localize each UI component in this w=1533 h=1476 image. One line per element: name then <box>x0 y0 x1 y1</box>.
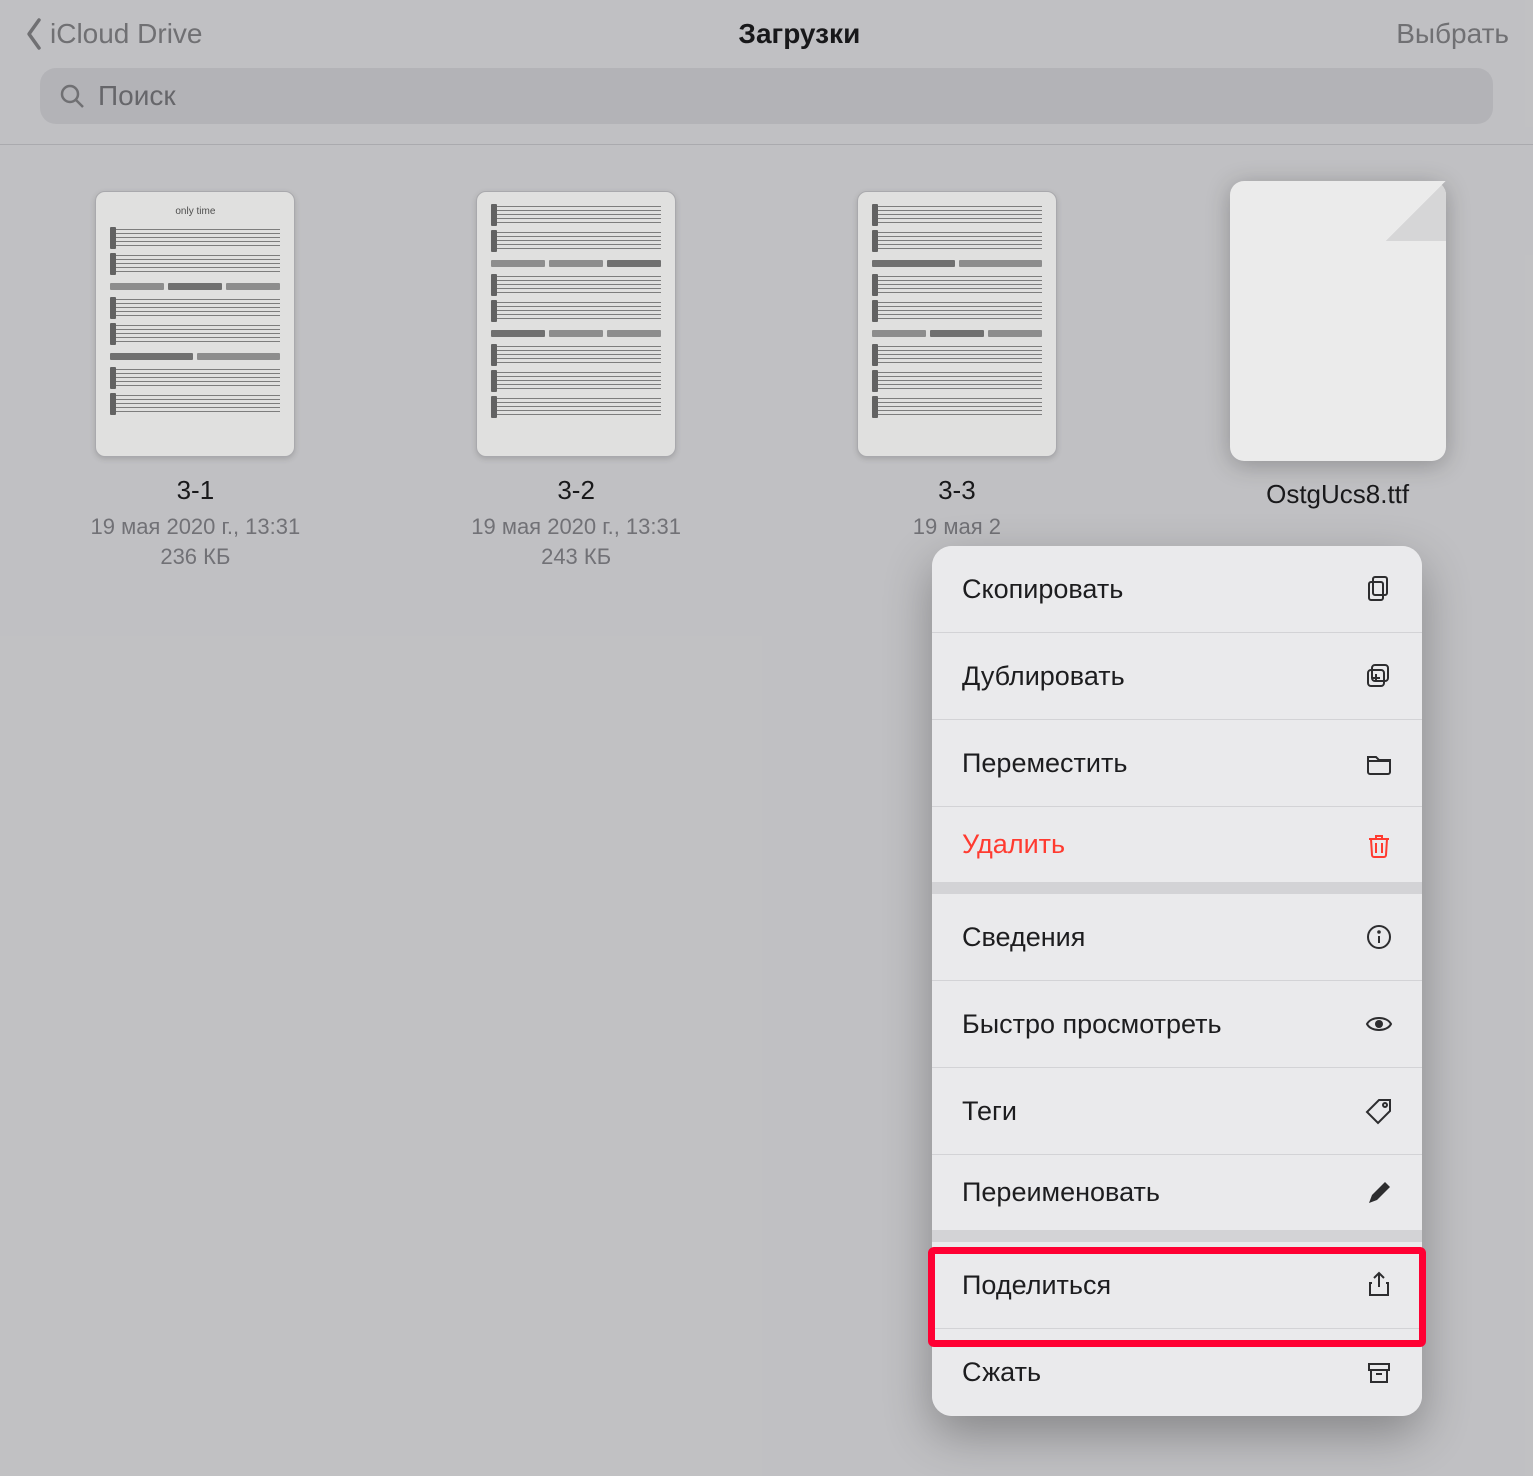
menu-rename[interactable]: Переименовать <box>932 1155 1422 1242</box>
copy-icon <box>1364 574 1394 604</box>
info-icon <box>1364 922 1394 952</box>
file-item[interactable]: only time 3-1 19 мая 2020 г., 13:31236 К… <box>70 191 321 571</box>
menu-share[interactable]: Поделиться <box>932 1242 1422 1329</box>
eye-icon <box>1364 1009 1394 1039</box>
file-item[interactable]: 3-3 19 мая 2 <box>832 191 1083 542</box>
archive-icon <box>1364 1358 1394 1388</box>
back-label: iCloud Drive <box>50 18 203 50</box>
file-meta: 19 мая 2 <box>913 512 1001 542</box>
file-thumbnail: only time <box>95 191 295 457</box>
folder-icon <box>1364 748 1394 778</box>
page-title: Загрузки <box>738 18 860 50</box>
tag-icon <box>1364 1096 1394 1126</box>
file-name: 3-2 <box>557 475 595 506</box>
file-thumbnail <box>476 191 676 457</box>
menu-compress[interactable]: Сжать <box>932 1329 1422 1416</box>
menu-copy[interactable]: Скопировать <box>932 546 1422 633</box>
file-item-selected[interactable]: OstgUcs8.ttf <box>1212 191 1463 510</box>
select-button[interactable]: Выбрать <box>1396 18 1509 50</box>
menu-duplicate[interactable]: Дублировать <box>932 633 1422 720</box>
navigation-bar: iCloud Drive Загрузки Выбрать <box>0 0 1533 68</box>
menu-tags[interactable]: Теги <box>932 1068 1422 1155</box>
search-bar-container: Поиск <box>0 68 1533 144</box>
back-button[interactable]: iCloud Drive <box>24 16 203 52</box>
file-name: 3-3 <box>938 475 976 506</box>
search-placeholder: Поиск <box>98 80 176 112</box>
context-menu: Скопировать Дублировать Переместить Удал… <box>932 546 1422 1416</box>
file-meta: 19 мая 2020 г., 13:31243 КБ <box>471 512 681 571</box>
file-meta: 19 мая 2020 г., 13:31236 КБ <box>90 512 300 571</box>
file-thumbnail <box>857 191 1057 457</box>
chevron-left-icon <box>24 16 44 52</box>
menu-move[interactable]: Переместить <box>932 720 1422 807</box>
file-thumbnail <box>1230 181 1446 461</box>
menu-quicklook[interactable]: Быстро просмотреть <box>932 981 1422 1068</box>
file-item[interactable]: 3-2 19 мая 2020 г., 13:31243 КБ <box>451 191 702 571</box>
page-fold-icon <box>1386 181 1446 241</box>
search-icon <box>58 82 86 110</box>
share-icon <box>1364 1270 1394 1300</box>
menu-delete[interactable]: Удалить <box>932 807 1422 894</box>
pencil-icon <box>1364 1178 1394 1208</box>
file-name: OstgUcs8.ttf <box>1266 479 1409 510</box>
menu-info[interactable]: Сведения <box>932 894 1422 981</box>
trash-icon <box>1364 830 1394 860</box>
search-input[interactable]: Поиск <box>40 68 1493 124</box>
duplicate-icon <box>1364 661 1394 691</box>
file-name: 3-1 <box>177 475 215 506</box>
